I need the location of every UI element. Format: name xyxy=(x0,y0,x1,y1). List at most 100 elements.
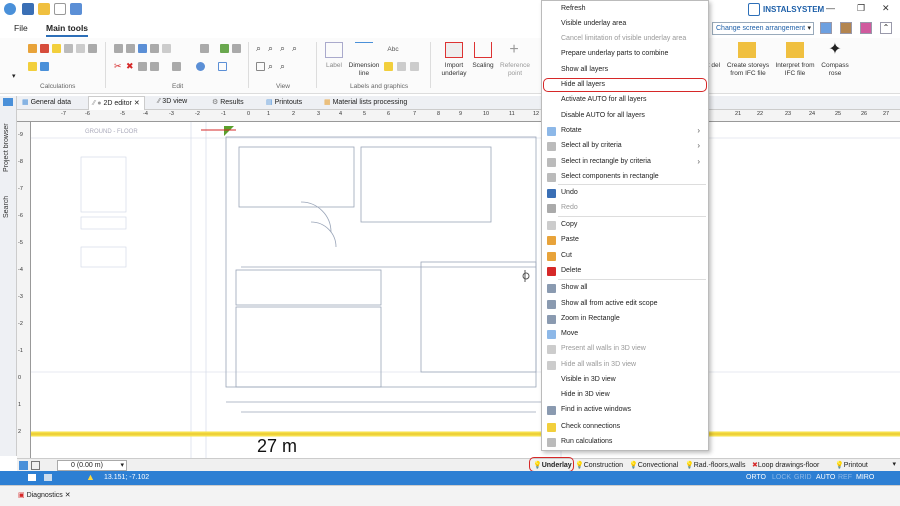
minimize-button[interactable]: — xyxy=(826,3,835,13)
layer-tab-convectional[interactable]: 💡Convectional xyxy=(629,461,678,469)
zoom-window-icon[interactable]: ⌕ xyxy=(292,44,301,53)
menu-item-hide-all-walls-in-3d-view[interactable]: Hide all walls in 3D view xyxy=(542,358,708,373)
menu-item-run-calculations[interactable]: Run calculations xyxy=(542,435,708,450)
layer-down-icon[interactable] xyxy=(31,461,40,470)
menu-item-activate-auto-for-all-layers[interactable]: Activate AUTO for all layers xyxy=(542,93,708,108)
edit7-icon[interactable] xyxy=(220,44,229,53)
mode-ref[interactable]: REF xyxy=(838,474,852,481)
search-tab[interactable]: Search xyxy=(3,178,10,218)
maximize-button[interactable]: ❐ xyxy=(857,3,865,14)
create-storeys-button[interactable]: Create storeys from IFC file xyxy=(724,62,772,78)
calc7-icon[interactable] xyxy=(28,62,37,71)
layer-tab-loop-drawings[interactable]: ✖Loop drawings-floor xyxy=(752,461,819,469)
edit12-icon[interactable] xyxy=(196,62,205,71)
image-icon[interactable] xyxy=(397,62,406,71)
chevron-down-icon[interactable]: ▾ xyxy=(892,460,896,468)
menu-item-cut[interactable]: Cut xyxy=(542,249,708,264)
compass-rose-icon[interactable]: ✦ xyxy=(826,42,844,58)
collapse-ribbon-icon[interactable]: ⌃ xyxy=(880,22,892,34)
level-select[interactable]: 0 (0.00 m) ▾ xyxy=(57,460,127,471)
layer-tab-rad-floors[interactable]: 💡Rad.-floors,walls xyxy=(685,461,745,469)
edit11-icon[interactable] xyxy=(172,62,181,71)
edit3-icon[interactable] xyxy=(138,44,147,53)
zoom-in-icon[interactable]: ⌕ xyxy=(256,44,265,53)
menu-item-select-components-in-rectangle[interactable]: Select components in rectangle xyxy=(542,170,708,185)
zoom-all-icon[interactable]: ⌕ xyxy=(280,44,289,53)
table-icon[interactable] xyxy=(410,62,419,71)
save-icon[interactable] xyxy=(22,3,34,15)
import-underlay-icon[interactable] xyxy=(445,42,463,58)
menu-file[interactable]: File xyxy=(14,23,28,33)
status-icon[interactable] xyxy=(28,474,36,481)
scaling-button[interactable]: Scaling xyxy=(468,62,498,70)
menu-item-select-in-rectangle-by-criteria[interactable]: Select in rectangle by criteria › xyxy=(542,155,708,170)
menu-item-disable-auto-for-all-layers[interactable]: Disable AUTO for all layers xyxy=(542,109,708,124)
layer-tab-construction[interactable]: 💡Construction xyxy=(575,461,623,469)
edit4-icon[interactable] xyxy=(150,44,159,53)
calc6-icon[interactable] xyxy=(88,44,97,53)
menu-item-find-in-active-windows[interactable]: Find in active windows xyxy=(542,403,708,418)
calc-icon[interactable] xyxy=(28,44,37,53)
tab-results[interactable]: ⚙ Results xyxy=(212,98,244,106)
menu-item-present-all-walls-in-3d-view[interactable]: Present all walls in 3D view xyxy=(542,342,708,357)
edit10-icon[interactable] xyxy=(150,62,159,71)
menu-item-copy[interactable]: Copy xyxy=(542,218,708,233)
project-browser-tab[interactable]: Project browser xyxy=(3,110,10,172)
edit9-icon[interactable] xyxy=(138,62,147,71)
menu-item-visible-underlay-area[interactable]: Visible underlay area xyxy=(542,17,708,32)
interpret-icon[interactable] xyxy=(786,42,804,58)
chevron-down-icon[interactable]: ▾ xyxy=(12,72,16,80)
label-icon[interactable] xyxy=(325,42,343,58)
new-file-icon[interactable] xyxy=(54,3,66,15)
tab-3d-view[interactable]: ⁄⁄ 3D view xyxy=(158,98,187,105)
layer-up-icon[interactable] xyxy=(19,461,28,470)
view-rect-icon[interactable] xyxy=(256,62,265,71)
menu-item-paste[interactable]: Paste xyxy=(542,233,708,248)
layer-tab-printout[interactable]: 💡Printout xyxy=(835,461,868,469)
menu-item-check-connections[interactable]: Check connections xyxy=(542,420,708,435)
menu-item-select-all-by-criteria[interactable]: Select all by criteria › xyxy=(542,139,708,154)
edit5-icon[interactable] xyxy=(162,44,171,53)
menu-item-move[interactable]: Move xyxy=(542,327,708,342)
edit13-icon[interactable] xyxy=(218,62,227,71)
reference-point-button[interactable]: Reference point xyxy=(497,62,533,78)
menu-item-prepare-underlay-parts-to-combine[interactable]: Prepare underlay parts to combine xyxy=(542,47,708,62)
menu-item-rotate[interactable]: Rotate › xyxy=(542,124,708,139)
tab-material-lists[interactable]: ▦ Material lists processing xyxy=(324,98,407,106)
calc2-icon[interactable] xyxy=(40,44,49,53)
abc-button[interactable]: Abc xyxy=(382,46,404,54)
panel-menu-icon[interactable] xyxy=(3,98,13,106)
edit2-icon[interactable] xyxy=(126,44,135,53)
menu-main-tools[interactable]: Main tools xyxy=(46,23,89,37)
drawing-canvas[interactable]: GROUND - FLOOR 27 m xyxy=(31,122,900,458)
zoom-prev-icon[interactable]: ⌕ xyxy=(268,62,277,71)
calc4-icon[interactable] xyxy=(64,44,73,53)
tab-printouts[interactable]: ▤ Printouts xyxy=(266,98,302,106)
menu-item-cancel-limitation-of-visible-underlay-area[interactable]: Cancel limitation of visible underlay ar… xyxy=(542,32,708,47)
menu-item-delete[interactable]: Delete xyxy=(542,264,708,279)
menu-item-show-all[interactable]: Show all xyxy=(542,281,708,296)
calc3-icon[interactable] xyxy=(52,44,61,53)
mode-auto[interactable]: AUTO xyxy=(816,474,835,481)
edit6-icon[interactable] xyxy=(200,44,209,53)
open-folder-icon[interactable] xyxy=(38,3,50,15)
screen-arrangement-select[interactable]: Change screen arrangement ▾ xyxy=(712,22,814,35)
zoom-next-icon[interactable]: ⌕ xyxy=(280,62,289,71)
calc8-icon[interactable] xyxy=(40,62,49,71)
reference-point-icon[interactable]: + xyxy=(505,42,523,58)
app-icon[interactable] xyxy=(4,3,16,15)
dimension-line-button[interactable]: Dimension line xyxy=(346,62,382,78)
menu-item-refresh[interactable]: Refresh xyxy=(542,2,708,17)
menu-item-hide-in-3d-view[interactable]: Hide in 3D view xyxy=(542,388,708,403)
warning-icon[interactable]: ▲ xyxy=(86,472,95,482)
undo-icon[interactable] xyxy=(70,3,82,15)
close-button[interactable]: ✕ xyxy=(882,3,890,14)
interpret-button[interactable]: Interpret from IFC file xyxy=(772,62,818,78)
layout-icon[interactable] xyxy=(820,22,832,34)
menu-item-show-all-from-active-edit-scope[interactable]: Show all from active edit scope xyxy=(542,297,708,312)
note-icon[interactable] xyxy=(384,62,393,71)
delete-icon[interactable]: ✖ xyxy=(126,62,135,71)
menu-item-show-all-layers[interactable]: Show all layers xyxy=(542,63,708,78)
zoom-out-icon[interactable]: ⌕ xyxy=(268,44,277,53)
mode-orto[interactable]: ORTO xyxy=(746,474,766,481)
